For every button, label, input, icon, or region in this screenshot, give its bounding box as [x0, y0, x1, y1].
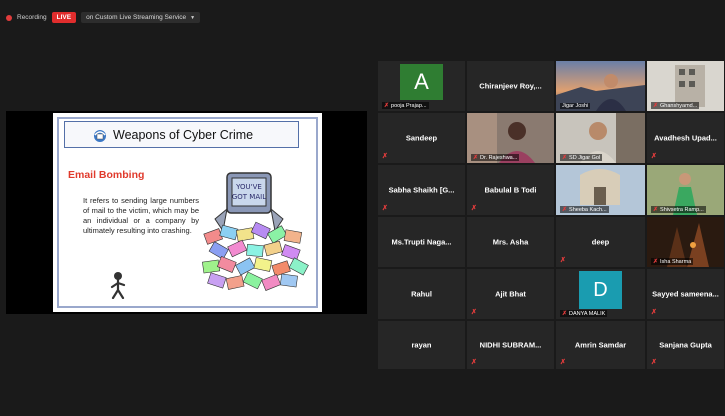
participant-tile[interactable]: A ✗ pooja Prajap...	[378, 61, 465, 111]
participant-name: Mrs. Asha	[492, 237, 529, 247]
slide-title-box: Weapons of Cyber Crime	[64, 121, 299, 148]
participant-tile-active-speaker[interactable]: Jigar Joshi	[556, 61, 645, 111]
participant-name: NIDHI SUBRAM...	[479, 340, 542, 350]
participant-name: Sandeep	[405, 133, 438, 143]
mic-muted-icon: ✗	[473, 155, 479, 161]
participant-tile[interactable]: Chiranjeev Roy,...	[467, 61, 554, 111]
mic-muted-icon: ✗	[384, 103, 390, 109]
mic-muted-icon: ✗	[653, 103, 659, 109]
mic-muted-icon: ✗	[560, 359, 566, 366]
participant-tile[interactable]: Sandeep ✗	[378, 113, 465, 163]
mic-muted-icon: ✗	[651, 309, 657, 316]
participant-name: Avadhesh Upad...	[654, 133, 717, 143]
mic-muted-icon: ✗	[562, 311, 568, 317]
chevron-down-icon: ▼	[190, 14, 196, 21]
participant-name: Babulal B Todi	[484, 185, 537, 195]
recording-icon	[6, 14, 12, 21]
recording-label: Recording	[17, 14, 47, 21]
participant-label: ✗ DANYA MALIK	[560, 310, 608, 317]
participant-tile[interactable]: deep ✗	[556, 217, 645, 267]
presentation-slide: Weapons of Cyber Crime Email Bombing It …	[53, 113, 322, 312]
stream-service-dropdown[interactable]: on Custom Live Streaming Service ▼	[81, 12, 201, 23]
participant-tile[interactable]: Rahul	[378, 269, 465, 319]
mic-muted-icon: ✗	[562, 207, 568, 213]
participant-name: Ms.Trupti Naga...	[391, 237, 452, 247]
mic-muted-icon: ✗	[382, 153, 388, 160]
participant-tile[interactable]: NIDHI SUBRAM... ✗	[467, 321, 554, 369]
globe-mail-icon	[94, 129, 106, 142]
mic-muted-icon: ✗	[651, 359, 657, 366]
mic-muted-icon: ✗	[562, 155, 568, 161]
mic-muted-icon: ✗	[471, 359, 477, 366]
mic-muted-icon: ✗	[471, 309, 477, 316]
participant-tile[interactable]: Sayyed sameena... ✗	[647, 269, 724, 319]
participant-tile[interactable]: ✗ SD Jigar Gol	[556, 113, 645, 163]
participant-name: Ajit Bhat	[495, 289, 526, 299]
slide-title: Weapons of Cyber Crime	[113, 127, 254, 142]
participant-label: ✗ Sheeba Kach...	[560, 206, 609, 213]
stream-service-label: on Custom Live Streaming Service	[86, 14, 187, 21]
avatar: A	[400, 64, 443, 100]
mic-muted-icon: ✗	[471, 205, 477, 212]
person-figure-icon	[110, 272, 126, 299]
mic-muted-icon: ✗	[651, 153, 657, 160]
participant-label: ✗ Dr. Rajeshwa...	[471, 154, 520, 161]
participant-label: ✗ Shivsetra Ramp...	[651, 206, 706, 213]
participant-tile[interactable]: Sanjana Gupta ✗	[647, 321, 724, 369]
participant-tile[interactable]: ✗ Isha Sharma	[647, 217, 724, 267]
participant-tile[interactable]: Sabha Shaikh [G... ✗	[378, 165, 465, 215]
email-bomb-cartoon: YOU'VE GOT MAIL	[202, 172, 309, 291]
mic-muted-icon: ✗	[382, 205, 388, 212]
participant-tile[interactable]: ✗ Ghanshyamd...	[647, 61, 724, 111]
participant-label: ✗ SD Jigar Gol	[560, 154, 603, 161]
participant-name: Sanjana Gupta	[659, 340, 712, 350]
shared-screen: Weapons of Cyber Crime Email Bombing It …	[6, 111, 367, 314]
svg-text:YOU'VE: YOU'VE	[235, 183, 262, 191]
participant-label: Jigar Joshi	[560, 103, 591, 109]
mic-muted-icon: ✗	[653, 259, 659, 265]
participant-tile[interactable]: Amrin Samdar ✗	[556, 321, 645, 369]
participant-name: deep	[591, 237, 610, 247]
avatar: D	[579, 271, 622, 309]
participant-tile[interactable]: Ms.Trupti Naga...	[378, 217, 465, 267]
mic-muted-icon: ✗	[653, 207, 659, 213]
participant-name: Rahul	[411, 289, 432, 299]
recording-bar: Recording LIVE on Custom Live Streaming …	[6, 11, 201, 24]
slide-body-text: It refers to sending large numbers of ma…	[83, 196, 199, 235]
participant-tile[interactable]: Mrs. Asha	[467, 217, 554, 267]
participant-tile[interactable]: ✗ Shivsetra Ramp...	[647, 165, 724, 215]
participant-tile[interactable]: ✗ Dr. Rajeshwa...	[467, 113, 554, 163]
participant-name: Chiranjeev Roy,...	[479, 81, 542, 91]
live-badge[interactable]: LIVE	[51, 12, 77, 23]
mic-muted-icon: ✗	[560, 257, 566, 264]
participant-label: ✗ Ghanshyamd...	[651, 102, 700, 109]
participant-name: Amrin Samdar	[574, 340, 627, 350]
participant-name: Sabha Shaikh [G...	[388, 185, 455, 195]
participant-label: ✗ pooja Prajap...	[382, 102, 429, 109]
participant-tile[interactable]: Ajit Bhat ✗	[467, 269, 554, 319]
participant-tile[interactable]: Babulal B Todi ✗	[467, 165, 554, 215]
participant-label: ✗ Isha Sharma	[651, 258, 694, 265]
participant-tile[interactable]: ✗ Sheeba Kach...	[556, 165, 645, 215]
svg-text:GOT MAIL: GOT MAIL	[232, 193, 266, 201]
participant-tile[interactable]: rayan	[378, 321, 465, 369]
participant-name: rayan	[411, 340, 432, 350]
participant-tile[interactable]: D ✗ DANYA MALIK	[556, 269, 645, 319]
participant-tile[interactable]: Avadhesh Upad... ✗	[647, 113, 724, 163]
slide-subtitle: Email Bombing	[68, 169, 145, 181]
participant-name: Sayyed sameena...	[652, 289, 719, 299]
